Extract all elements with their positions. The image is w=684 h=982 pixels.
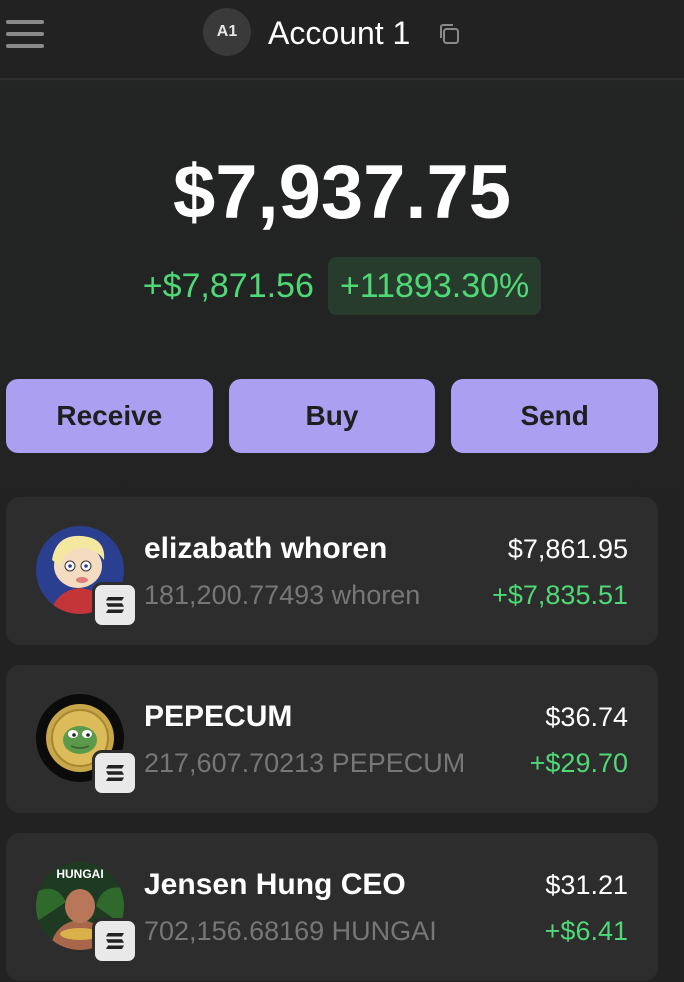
receive-button[interactable]: Receive	[6, 379, 213, 453]
account-name[interactable]: Account 1	[268, 12, 410, 54]
token-amount: 702,156.68169 HUNGAI	[144, 916, 437, 946]
wallet-screen: A1 Account 1 $7,937.75 +$7,871.56 +11893…	[0, 0, 684, 982]
token-amount: 181,200.77493 whoren	[144, 580, 421, 610]
token-row-pepecum[interactable]: PEPECUM 217,607.70213 PEPECUM $36.74 +$2…	[6, 665, 658, 813]
top-bar: A1 Account 1	[0, 0, 684, 80]
copy-icon[interactable]	[437, 22, 461, 46]
token-change: +$29.70	[529, 748, 628, 778]
token-amount: 217,607.70213 PEPECUM	[144, 748, 466, 778]
elizabath-whoren-token-icon	[36, 526, 138, 628]
token-name: elizabath whoren	[144, 532, 388, 565]
token-change: +$7,835.51	[492, 580, 628, 610]
buy-button[interactable]: Buy	[228, 379, 436, 453]
token-name: PEPECUM	[144, 700, 293, 733]
total-balance: $7,937.75	[172, 150, 512, 235]
hungai-logo-label: HUNGAI	[56, 867, 103, 881]
account-avatar[interactable]: A1	[203, 8, 251, 56]
solana-chain-badge-icon	[92, 582, 138, 628]
token-change: +$6.41	[544, 916, 628, 946]
hamburger-menu-icon[interactable]	[6, 18, 44, 50]
token-row-whoren[interactable]: elizabath whoren 181,200.77493 whoren $7…	[6, 497, 658, 645]
send-button[interactable]: Send	[451, 379, 659, 453]
token-value: $36.74	[545, 702, 628, 732]
solana-chain-badge-icon	[92, 750, 138, 796]
token-value: $7,861.95	[507, 534, 628, 564]
token-name: Jensen Hung CEO	[144, 868, 406, 901]
hungai-token-icon: HUNGAI	[36, 862, 138, 964]
token-value: $31.21	[545, 870, 628, 900]
action-buttons: Receive Buy Send	[6, 379, 659, 453]
balance-change-amount: +$7,871.56	[142, 267, 314, 305]
pepecum-token-icon	[36, 694, 138, 796]
solana-chain-badge-icon	[92, 918, 138, 964]
balance-change-percent-badge: +11893.30%	[327, 257, 542, 315]
token-row-hungai[interactable]: HUNGAI Jensen Hung CEO 702,156.68169 HUN…	[6, 833, 658, 981]
balance-change-row: +$7,871.56 +11893.30%	[0, 256, 684, 316]
